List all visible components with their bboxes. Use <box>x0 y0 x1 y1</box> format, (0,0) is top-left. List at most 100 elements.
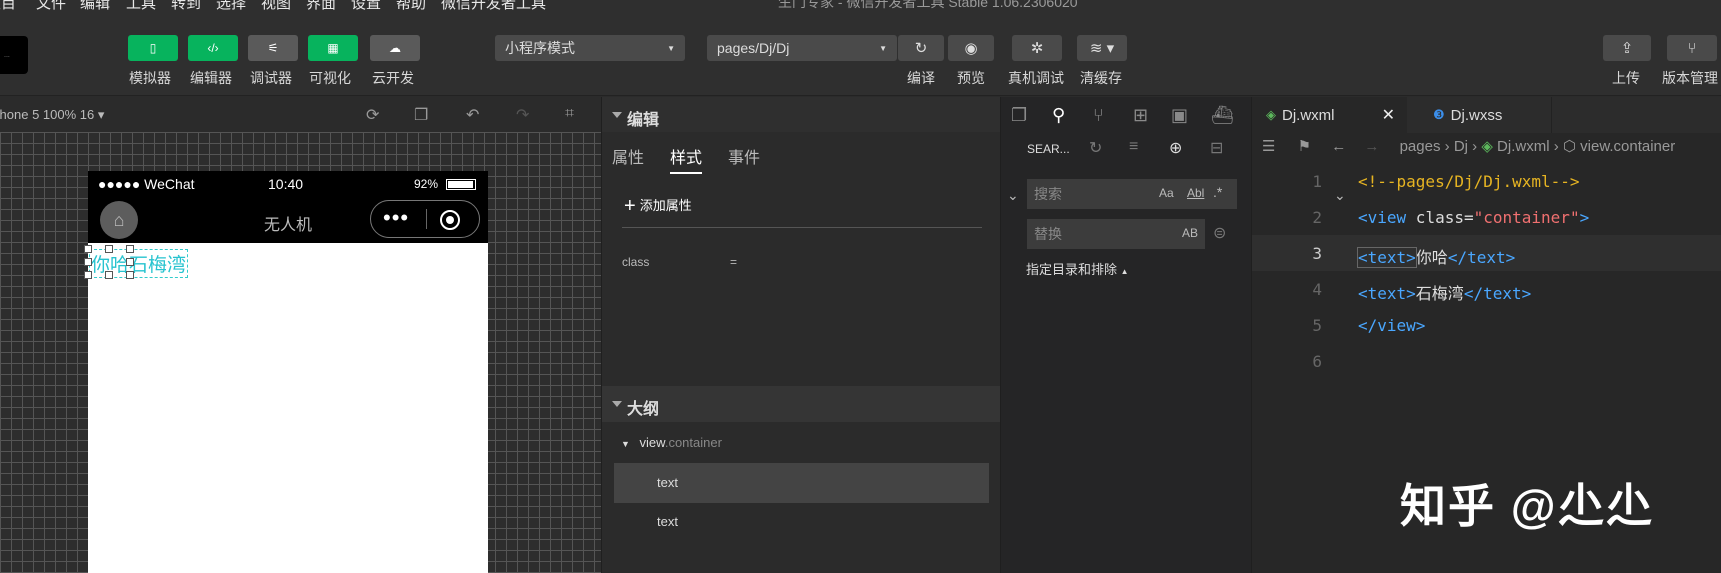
extensions-icon[interactable]: ⊞ <box>1133 105 1148 126</box>
preview-button[interactable]: ◉ <box>948 35 994 61</box>
collapse-all-icon[interactable]: ⊟ <box>1210 138 1223 158</box>
simulator-button[interactable]: ▯ <box>128 35 178 61</box>
match-case-icon[interactable]: Aa <box>1159 186 1174 200</box>
breadcrumb-symbol[interactable]: view.container <box>1580 138 1675 155</box>
menu-goto[interactable]: 转到 <box>171 0 201 12</box>
more-icon[interactable]: ••• <box>383 205 409 231</box>
code-line[interactable]: 6 <box>1252 343 1721 379</box>
menu-edit[interactable]: 编辑 <box>80 0 110 12</box>
menu-select[interactable]: 选择 <box>216 0 246 12</box>
tab-styles[interactable]: 样式 <box>670 144 703 174</box>
cloud-button[interactable]: ☁ <box>370 35 420 61</box>
undo-icon[interactable]: ↶ <box>466 105 479 125</box>
refresh-icon[interactable]: ↻ <box>1089 138 1102 158</box>
resize-handle[interactable] <box>84 245 92 253</box>
bookmark-icon[interactable]: ⚑ <box>1298 138 1311 155</box>
whole-word-icon[interactable]: Abl <box>1187 186 1204 200</box>
search-input[interactable]: 搜索 Aa Abl .* <box>1027 179 1237 209</box>
remote-debug-button[interactable]: ✲ <box>1012 35 1062 61</box>
plus-icon: + <box>624 195 636 217</box>
resize-handle[interactable] <box>84 271 92 279</box>
files-icon[interactable]: ❐ <box>1011 105 1027 126</box>
selected-text-element[interactable]: 你哈石梅湾 <box>89 249 189 278</box>
collapse-icon[interactable] <box>612 112 622 118</box>
menu-help[interactable]: 帮助 <box>396 0 426 12</box>
refresh-icon: ↻ <box>914 40 928 57</box>
close-icon[interactable]: ✕ <box>1382 105 1395 125</box>
resize-handle[interactable] <box>105 245 113 253</box>
fit-icon[interactable]: ⌗ <box>565 105 574 123</box>
resize-handle[interactable] <box>126 271 134 279</box>
redo-icon[interactable]: ↷ <box>516 105 529 125</box>
collapse-icon[interactable] <box>612 401 622 407</box>
menu-bar: 项目 文件 编辑 工具 转到 选择 视图 界面 设置 帮助 微信开发者工具 生门… <box>0 0 1721 12</box>
code-line-current[interactable]: 3 <text>你哈</text> <box>1252 235 1721 271</box>
tree-item-view[interactable]: ▼ view.container <box>621 435 722 450</box>
menu-project[interactable]: 项目 <box>0 0 16 12</box>
resize-handle[interactable] <box>126 245 134 253</box>
upload-button[interactable]: ⇪ <box>1603 35 1651 61</box>
code-line[interactable]: 2 <view class="container"> <box>1252 199 1721 235</box>
upload-icon: ⇪ <box>1620 40 1634 57</box>
properties-panel: 编辑 属性 样式 事件 + 添加属性 class = 大纲 ▼ view.cont… <box>601 97 1001 573</box>
compile-button[interactable]: ↻ <box>898 35 944 61</box>
menu-view[interactable]: 视图 <box>261 0 291 12</box>
code-line[interactable]: 1 <!--pages/Dj/Dj.wxml--> <box>1252 163 1721 199</box>
tab-attributes[interactable]: 属性 <box>612 144 644 168</box>
rotate-icon[interactable]: ⟳ <box>366 105 379 125</box>
close-circle-icon[interactable] <box>440 210 460 230</box>
preserve-case-icon[interactable]: AB <box>1182 226 1198 240</box>
attribute-value-field[interactable]: = <box>730 255 737 269</box>
code-icon: ‹/› <box>207 41 219 55</box>
tab-events[interactable]: 事件 <box>728 144 760 168</box>
tab-dj-wxss[interactable]: ❸ Dj.wxss <box>1407 97 1552 133</box>
replace-all-icon[interactable]: ⊜ <box>1213 223 1226 243</box>
resize-handle[interactable] <box>84 258 92 266</box>
breadcrumb-file[interactable]: Dj.wxml <box>1497 138 1550 155</box>
add-attribute-button[interactable]: + 添加属性 <box>624 195 692 218</box>
menu-interface[interactable]: 界面 <box>306 0 336 12</box>
tab-dj-wxml[interactable]: ◈ Dj.wxml ✕ <box>1252 97 1407 133</box>
mode-select[interactable]: 小程序模式 ▼ <box>495 35 685 61</box>
back-icon[interactable]: ← <box>1331 138 1346 155</box>
new-search-editor-icon[interactable]: ⊕ <box>1169 138 1182 158</box>
version-label: 版本管理 <box>1662 70 1718 86</box>
search-icon[interactable]: ⚲ <box>1052 105 1065 126</box>
chevron-down-icon[interactable]: ⌄ <box>1007 187 1019 204</box>
debugger-button[interactable]: ⚟ <box>248 35 298 61</box>
breadcrumb-pages[interactable]: pages <box>1400 138 1441 155</box>
clear-cache-button[interactable]: ≋ ▾ <box>1077 35 1127 61</box>
resize-handle[interactable] <box>126 258 134 266</box>
menu-settings[interactable]: 设置 <box>351 0 381 12</box>
regex-icon[interactable]: .* <box>1213 184 1222 200</box>
capsule-menu[interactable]: ••• <box>370 200 480 238</box>
bug-icon: ✲ <box>1030 40 1044 57</box>
menu-tools[interactable]: 工具 <box>126 0 156 12</box>
phone-screen[interactable]: ●●●●● WeChat 10:40 92% ⌂ 无人机 ••• 你哈石梅湾 <box>84 171 488 573</box>
menu-file[interactable]: 文件 <box>36 0 66 12</box>
visual-button[interactable]: ▦ <box>308 35 358 61</box>
phone-status-bar: ●●●●● WeChat 10:40 92% <box>88 171 488 197</box>
replace-input[interactable]: 替换 AB <box>1027 219 1205 249</box>
include-exclude-toggle[interactable]: 指定目录和排除 ▲ <box>1026 259 1129 278</box>
editor-button[interactable]: ‹/› <box>188 35 238 61</box>
clear-results-icon[interactable]: ≡ <box>1129 138 1138 156</box>
docker-icon[interactable]: ⛴ <box>1211 105 1234 126</box>
page-select[interactable]: pages/Dj/Dj ▼ <box>707 35 897 61</box>
list-icon[interactable]: ☰ <box>1262 138 1275 155</box>
menu-devtools[interactable]: 微信开发者工具 <box>441 0 546 12</box>
source-control-icon[interactable]: ⑂ <box>1093 105 1104 126</box>
save-icon[interactable]: ▣ <box>1171 105 1188 126</box>
code-line[interactable]: 4 <text>石梅湾</text> <box>1252 271 1721 307</box>
forward-icon[interactable]: → <box>1364 138 1379 155</box>
tree-item-text[interactable]: text <box>657 514 678 529</box>
breadcrumb-dj[interactable]: Dj <box>1454 138 1468 155</box>
avatar[interactable]: ... <box>0 36 28 74</box>
code-line[interactable]: 5 </view> <box>1252 307 1721 343</box>
battery-text: 92% <box>414 177 439 191</box>
device-select[interactable]: iPhone 5 100% 16 ▾ <box>0 107 104 123</box>
resize-handle[interactable] <box>105 271 113 279</box>
tree-item-text[interactable]: text <box>657 475 678 490</box>
version-button[interactable]: ⑂ <box>1667 35 1717 61</box>
window-icon[interactable]: ❐ <box>414 105 428 125</box>
